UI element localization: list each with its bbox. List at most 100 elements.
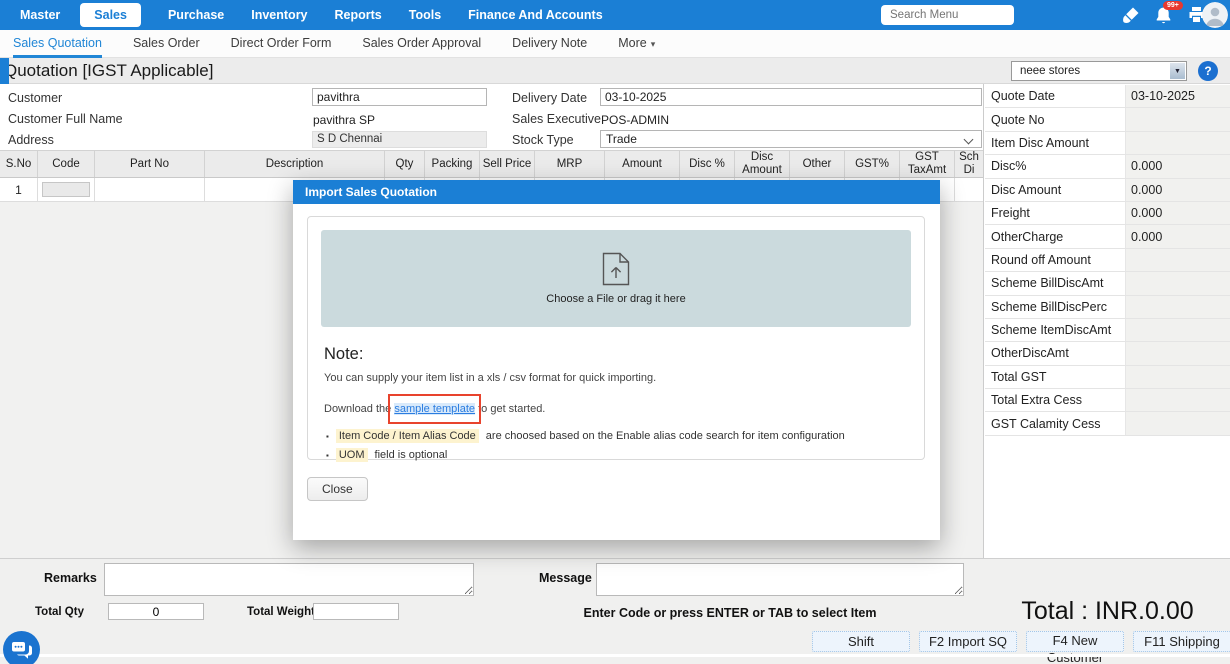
tab-sales-order[interactable]: Sales Order bbox=[133, 30, 200, 58]
stock-type-label: Stock Type bbox=[512, 133, 574, 147]
col-sch-disc: Sch Di bbox=[955, 151, 983, 177]
row1-schdisc-cell[interactable] bbox=[955, 178, 983, 202]
footer: Remarks Message Total Qty Total Weight E… bbox=[0, 558, 1230, 664]
customer-full-name-value[interactable]: pavithra SP bbox=[313, 113, 375, 127]
address-field[interactable]: S D Chennai bbox=[312, 131, 487, 148]
tab-delivery-note[interactable]: Delivery Note bbox=[512, 30, 587, 58]
delivery-date-input[interactable] bbox=[600, 88, 982, 106]
summary-label: OtherCharge bbox=[985, 225, 1125, 247]
summary-label: GST Calamity Cess bbox=[985, 412, 1125, 434]
chat-button[interactable] bbox=[3, 631, 40, 664]
message-label: Message bbox=[539, 571, 592, 585]
summary-label: Quote Date bbox=[985, 85, 1125, 107]
col-code: Code bbox=[38, 151, 95, 177]
total-gst-field[interactable] bbox=[1125, 366, 1230, 388]
col-sell-price: Sell Price bbox=[480, 151, 535, 177]
col-description: Description bbox=[205, 151, 385, 177]
otherdiscamt-field[interactable] bbox=[1125, 342, 1230, 364]
shift-button[interactable]: Shift bbox=[812, 631, 910, 652]
store-select-value: neee stores bbox=[1020, 65, 1080, 77]
total-qty-input[interactable] bbox=[108, 603, 204, 620]
modal-title: Import Sales Quotation bbox=[293, 180, 940, 204]
quote-no-field[interactable] bbox=[1125, 108, 1230, 130]
nav-item-reports[interactable]: Reports bbox=[335, 8, 382, 22]
row1-partno-cell[interactable] bbox=[95, 178, 205, 202]
remarks-textarea[interactable] bbox=[104, 563, 474, 596]
note-bullets: ▪Item Code / Item Alias Codeare choosed … bbox=[326, 429, 845, 467]
item-table-header: S.No Code Part No Description Qty Packin… bbox=[0, 150, 983, 178]
col-disc-pct: Disc % bbox=[680, 151, 735, 177]
f4-new-customer-button[interactable]: F4 New Customer bbox=[1026, 631, 1124, 652]
sales-subnav: Sales Quotation Sales Order Direct Order… bbox=[0, 30, 1230, 58]
item-code-input[interactable] bbox=[42, 182, 90, 197]
disc-amount-field[interactable]: 0.000 bbox=[1125, 179, 1230, 201]
summary-row-scheme-itemdiscamt: Scheme ItemDiscAmt bbox=[985, 319, 1230, 342]
gst-calamity-cess-field[interactable] bbox=[1125, 412, 1230, 434]
nav-item-master[interactable]: Master bbox=[20, 8, 60, 22]
nav-item-inventory[interactable]: Inventory bbox=[251, 8, 307, 22]
notification-badge: 99+ bbox=[1163, 1, 1183, 10]
download-line: Download the sample template to get star… bbox=[324, 403, 545, 415]
summary-row-total-gst: Total GST bbox=[985, 366, 1230, 389]
summary-label: OtherDiscAmt bbox=[985, 342, 1125, 364]
bullet-text: field is optional bbox=[375, 449, 448, 461]
item-disc-amount-field[interactable] bbox=[1125, 132, 1230, 154]
chevron-down-icon: ▾ bbox=[651, 39, 656, 49]
total-qty-label: Total Qty bbox=[35, 606, 84, 618]
app-root: Master Sales Purchase Inventory Reports … bbox=[0, 0, 1230, 664]
freight-field[interactable]: 0.000 bbox=[1125, 202, 1230, 224]
page-title: Quotation [IGST Applicable] bbox=[4, 61, 213, 81]
summary-row-other-charge: OtherCharge0.000 bbox=[985, 225, 1230, 248]
download-suffix: to get started. bbox=[475, 403, 545, 415]
nav-item-tools[interactable]: Tools bbox=[409, 8, 441, 22]
store-select-arrow-icon[interactable]: ▼ bbox=[1170, 63, 1185, 79]
summary-label: Item Disc Amount bbox=[985, 132, 1125, 154]
disc-pct-field[interactable]: 0.000 bbox=[1125, 155, 1230, 177]
customer-full-name-label: Customer Full Name bbox=[8, 112, 123, 126]
row1-sno-cell: 1 bbox=[0, 178, 38, 202]
summary-label: Round off Amount bbox=[985, 249, 1125, 271]
remarks-label: Remarks bbox=[44, 571, 97, 585]
sales-executive-field[interactable]: POS-ADMIN bbox=[601, 113, 669, 127]
summary-row-disc-amount: Disc Amount0.000 bbox=[985, 179, 1230, 202]
summary-label: Total GST bbox=[985, 366, 1125, 388]
customer-label: Customer bbox=[8, 91, 62, 105]
close-button[interactable]: Close bbox=[307, 477, 368, 501]
f2-import-sq-button[interactable]: F2 Import SQ bbox=[919, 631, 1017, 652]
delivery-date-label: Delivery Date bbox=[512, 91, 587, 105]
help-button[interactable]: ? bbox=[1198, 61, 1218, 81]
tab-sales-quotation[interactable]: Sales Quotation bbox=[13, 30, 102, 58]
message-textarea[interactable] bbox=[596, 563, 964, 596]
col-gst-taxamt: GST TaxAmt bbox=[900, 151, 955, 177]
total-weight-input[interactable] bbox=[313, 603, 399, 620]
scheme-billdiscamt-field[interactable] bbox=[1125, 272, 1230, 294]
total-extra-cess-field[interactable] bbox=[1125, 389, 1230, 411]
other-charge-field[interactable]: 0.000 bbox=[1125, 225, 1230, 247]
col-disc-amount: Disc Amount bbox=[735, 151, 790, 177]
f11-shipping-button[interactable]: F11 Shipping bbox=[1133, 631, 1230, 652]
file-dropzone[interactable]: Choose a File or drag it here bbox=[321, 230, 911, 327]
customer-input[interactable] bbox=[312, 88, 487, 106]
scheme-itemdiscamt-field[interactable] bbox=[1125, 319, 1230, 341]
tab-more[interactable]: More▾ bbox=[618, 30, 655, 58]
bullet-highlight: UOM bbox=[336, 448, 368, 462]
modal-content-box: Choose a File or drag it here Note: You … bbox=[307, 216, 925, 460]
col-sno: S.No bbox=[0, 151, 38, 177]
paintbrush-icon[interactable] bbox=[1122, 6, 1140, 29]
tab-direct-order-form[interactable]: Direct Order Form bbox=[231, 30, 332, 58]
bullet-text: are choosed based on the Enable alias co… bbox=[486, 430, 845, 442]
search-input[interactable] bbox=[881, 5, 1014, 25]
round-off-field[interactable] bbox=[1125, 249, 1230, 271]
nav-item-finance[interactable]: Finance And Accounts bbox=[468, 8, 603, 22]
quote-date-field[interactable]: 03-10-2025 bbox=[1125, 85, 1230, 107]
store-select[interactable]: neee stores ▼ bbox=[1011, 61, 1187, 81]
nav-item-purchase[interactable]: Purchase bbox=[168, 8, 224, 22]
stock-type-select[interactable]: Trade bbox=[600, 130, 982, 148]
user-avatar[interactable] bbox=[1202, 2, 1228, 28]
col-other: Other bbox=[790, 151, 845, 177]
bullet-icon: ▪ bbox=[326, 451, 329, 460]
tab-sales-order-approval[interactable]: Sales Order Approval bbox=[362, 30, 481, 58]
scheme-billdiscperc-field[interactable] bbox=[1125, 296, 1230, 318]
nav-item-sales[interactable]: Sales bbox=[80, 3, 141, 27]
total-weight-label: Total Weight bbox=[247, 606, 315, 618]
